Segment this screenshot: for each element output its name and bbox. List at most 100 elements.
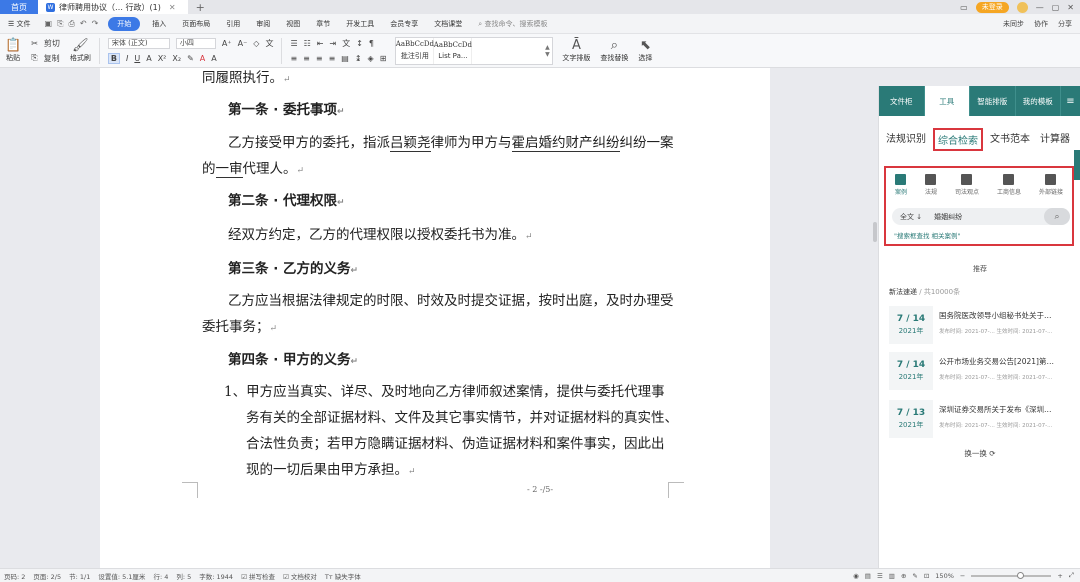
decrease-indent-icon[interactable]: ⇤ xyxy=(317,39,324,48)
increase-indent-icon[interactable]: ⇥ xyxy=(330,39,337,48)
menu-tab-member[interactable]: 会员专享 xyxy=(382,19,426,29)
collaborate-button[interactable]: 协作 xyxy=(1034,19,1048,29)
status-line[interactable]: 行: 4 xyxy=(149,571,172,581)
menu-tab-developer[interactable]: 开发工具 xyxy=(338,19,382,29)
category-judicial-views[interactable]: 司法观点 xyxy=(955,174,979,196)
proofread-button[interactable]: ☑ 文档校对 xyxy=(279,571,321,581)
document-tab[interactable]: W 律师聘用协议（… 行政）(1) ✕ xyxy=(38,0,188,14)
text-layout-button[interactable]: Ā 文字排版 xyxy=(557,34,595,68)
menu-tab-references[interactable]: 引用 xyxy=(218,19,248,29)
panel-tab-tools[interactable]: 工具 xyxy=(924,86,970,116)
menu-tab-classroom[interactable]: 文档课堂 xyxy=(426,19,470,29)
show-marks-icon[interactable]: ¶ xyxy=(369,39,374,48)
subtab-comprehensive-search[interactable]: 综合检索 xyxy=(933,128,983,151)
news-item[interactable]: 7 / 13 2021年 深圳证券交易所关于发布《深圳… 发布时间: 2021-07… xyxy=(889,400,1075,440)
zoom-slider[interactable] xyxy=(971,571,1052,579)
borders-icon[interactable]: ⊞ xyxy=(380,54,387,63)
undo-icon[interactable]: ↶ xyxy=(80,19,87,29)
layout-icon[interactable]: ▭ xyxy=(960,3,968,12)
paste-button[interactable]: 📋 粘贴 xyxy=(0,34,26,68)
pinyin-icon[interactable]: 文 xyxy=(265,38,273,49)
status-page-count[interactable]: 页面: 2/5 xyxy=(29,571,65,581)
shrink-font-icon[interactable]: A⁻ xyxy=(238,39,248,48)
menu-tab-page-layout[interactable]: 页面布局 xyxy=(174,19,218,29)
panel-tab-my-templates[interactable]: 我的模板 xyxy=(1015,86,1061,116)
select-button[interactable]: ⬉ 选择 xyxy=(633,34,657,68)
font-size-select[interactable]: 小四 xyxy=(175,37,216,49)
outline-view-icon[interactable]: ☰ xyxy=(877,572,883,580)
zoom-out-icon[interactable]: − xyxy=(960,572,965,580)
sync-status[interactable]: 未同步 xyxy=(1003,19,1024,29)
close-tab-icon[interactable]: ✕ xyxy=(165,3,180,12)
cut-button[interactable]: ✂ 剪切 xyxy=(31,37,60,49)
align-right-icon[interactable]: ≡ xyxy=(316,54,323,63)
login-button[interactable]: 未登录 xyxy=(975,1,1009,13)
missing-fonts-button[interactable]: Tт 缺失字体 xyxy=(321,571,365,581)
pen-icon[interactable]: ✎ xyxy=(912,572,917,580)
bold-icon[interactable]: B xyxy=(107,52,120,64)
zoom-level[interactable]: 150% xyxy=(935,572,954,580)
gallery-scroll-arrows[interactable]: ▲ ▼ xyxy=(542,38,552,64)
numbered-list-icon[interactable]: ☷ xyxy=(304,39,311,48)
subtab-calculator[interactable]: 计算器 xyxy=(1037,128,1073,151)
char-border-icon[interactable]: A xyxy=(211,54,216,63)
home-tab[interactable]: 首页 xyxy=(0,0,38,14)
line-spacing-icon[interactable]: ↨ xyxy=(355,54,362,63)
category-external-links[interactable]: 外部链接 xyxy=(1039,174,1063,196)
document-page[interactable]: 同履照执行。↵ 第一条 · 委托事项↵ 乙方接受甲方的委托，指派吕颖尧律师为甲方… xyxy=(100,68,770,568)
distribute-icon[interactable]: ▤ xyxy=(341,54,349,63)
status-position[interactable]: 设置值: 5.1厘米 xyxy=(94,571,149,581)
panel-tab-smart-layout[interactable]: 智能排版 xyxy=(970,86,1016,116)
menu-tab-review[interactable]: 审阅 xyxy=(248,19,278,29)
file-menu[interactable]: ☰ 文件 xyxy=(0,19,39,29)
menu-tab-view[interactable]: 视图 xyxy=(278,19,308,29)
italic-icon[interactable]: I xyxy=(126,54,128,63)
category-laws[interactable]: 法规 xyxy=(925,174,937,196)
new-tab-button[interactable]: + xyxy=(188,1,213,14)
zoom-in-icon[interactable]: + xyxy=(1057,572,1062,580)
menu-tab-home[interactable]: 开始 xyxy=(108,16,141,31)
subtab-law-recognition[interactable]: 法规识别 xyxy=(883,128,929,151)
font-name-select[interactable]: 宋体 (正文) xyxy=(107,37,170,49)
align-center-icon[interactable]: ≡ xyxy=(303,54,310,63)
export-icon[interactable]: ⎘ xyxy=(57,19,63,29)
news-item[interactable]: 7 / 14 2021年 公开市场业务交易公告[2021]第… 发布时间: 2021… xyxy=(889,352,1075,392)
subtab-document-templates[interactable]: 文书范本 xyxy=(987,128,1033,151)
panel-menu-icon[interactable]: ≡ xyxy=(1061,86,1080,116)
refresh-button[interactable]: 换一换 ⟳ xyxy=(879,448,1080,459)
eye-icon[interactable]: ◉ xyxy=(853,572,859,580)
search-button[interactable]: ⌕ xyxy=(1044,208,1070,225)
status-page-number[interactable]: 页码: 2 xyxy=(0,571,29,581)
spell-check-button[interactable]: ☑ 拼写检查 xyxy=(237,571,279,581)
clear-format-icon[interactable]: ◇ xyxy=(253,39,259,48)
fit-page-icon[interactable]: ⊡ xyxy=(924,572,929,580)
grow-font-icon[interactable]: A⁺ xyxy=(222,39,232,48)
avatar[interactable] xyxy=(1016,1,1028,13)
shading-icon[interactable]: ◈ xyxy=(368,54,374,63)
panel-tab-file-cabinet[interactable]: 文件柜 xyxy=(879,86,925,116)
command-search[interactable]: ⌕ 查找命令、搜索模板 xyxy=(470,19,547,29)
status-word-count[interactable]: 字数: 1944 xyxy=(195,571,237,581)
align-left-icon[interactable]: ≡ xyxy=(290,54,297,63)
style-item[interactable]: AaBbCcDd List Pa... xyxy=(434,37,473,64)
subscript-icon[interactable]: X₂ xyxy=(172,54,181,63)
maximize-icon[interactable]: ▢ xyxy=(1052,3,1060,12)
underline-icon[interactable]: U xyxy=(134,54,140,63)
format-brush-button[interactable]: 🖌 格式刷 xyxy=(65,34,96,68)
search-query[interactable]: 婚姻纠纷 xyxy=(930,212,962,222)
redo-icon[interactable]: ↷ xyxy=(92,19,99,29)
search-input[interactable]: 全文 ↓ 婚姻纠纷 ⌕ xyxy=(892,208,1070,225)
news-item[interactable]: 7 / 14 2021年 国务院医改领导小组秘书处关于… 发布时间: 2021-07… xyxy=(889,306,1075,346)
search-scope-select[interactable]: 全文 ↓ xyxy=(892,212,930,222)
sort-icon[interactable]: ↕ xyxy=(356,39,363,48)
category-business-info[interactable]: 工商信息 xyxy=(997,174,1021,196)
print-icon[interactable]: ⎙ xyxy=(68,19,74,29)
status-column[interactable]: 列: 5 xyxy=(172,571,195,581)
status-section[interactable]: 节: 1/1 xyxy=(65,571,94,581)
superscript-icon[interactable]: X² xyxy=(158,54,167,63)
read-view-icon[interactable]: ▥ xyxy=(889,572,895,580)
close-window-icon[interactable]: ✕ xyxy=(1067,3,1074,12)
page-view-icon[interactable]: ▤ xyxy=(865,572,871,580)
fullscreen-icon[interactable]: ⤢ xyxy=(1069,571,1074,580)
save-icon[interactable]: ▣ xyxy=(45,19,53,29)
